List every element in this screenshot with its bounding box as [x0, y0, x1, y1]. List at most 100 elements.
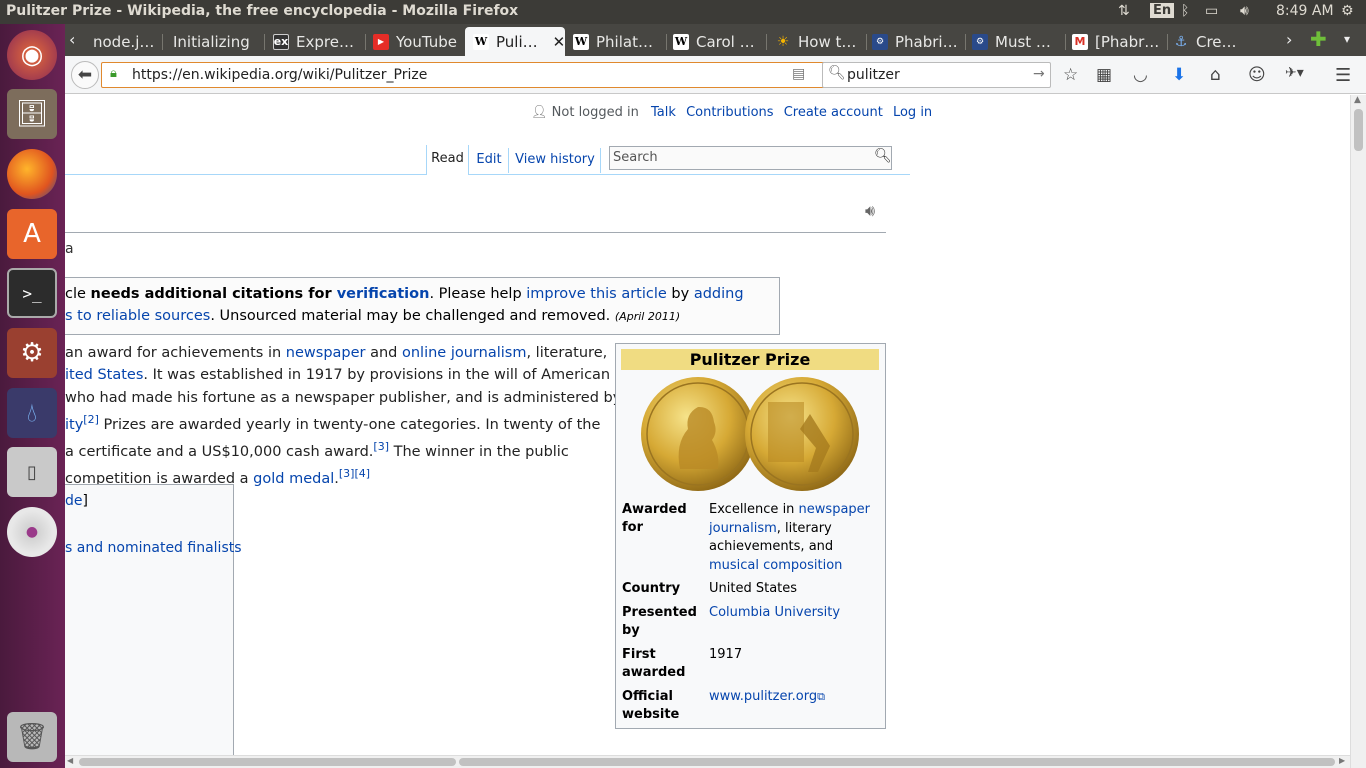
tab-phabricator-2[interactable]: ⚙ Must …: [972, 27, 1062, 56]
volume-icon[interactable]: 🔊︎: [1240, 3, 1249, 19]
horizontal-scrollbar[interactable]: ◀ ▶: [65, 755, 1350, 768]
label-line: website: [622, 707, 680, 722]
pulitzer-org-link[interactable]: www.pulitzer.org: [709, 689, 817, 704]
back-button[interactable]: ⬅: [71, 61, 99, 89]
talk-link[interactable]: Talk: [651, 105, 676, 120]
citation-ref[interactable]: [3]: [373, 440, 389, 453]
search-go-arrow-icon[interactable]: →: [1033, 66, 1045, 82]
battery-icon[interactable]: ▭: [1205, 3, 1218, 19]
newspaper-journalism-link[interactable]: journalism: [709, 521, 777, 536]
wiki-search-input[interactable]: Search 🔍︎: [609, 146, 892, 170]
tab-how-to[interactable]: ☀ How t…: [775, 27, 863, 56]
create-account-link[interactable]: Create account: [784, 105, 883, 120]
chat-icon[interactable]: ☺: [1248, 65, 1266, 85]
tab-gmail-phabricator[interactable]: M [Phabr…: [1072, 27, 1170, 56]
first-awarded-label: First awarded: [622, 646, 685, 682]
newspaper-journalism-link[interactable]: newspaper: [799, 502, 870, 517]
media-player-icon[interactable]: ▯: [7, 447, 57, 497]
tab-label: Initializing: [173, 32, 250, 51]
bookmarks-list-icon[interactable]: ▦: [1096, 65, 1112, 85]
tab-label: [Phabr…: [1095, 32, 1160, 51]
tabs-scroll-left-icon[interactable]: ‹: [69, 30, 75, 49]
terminal-icon[interactable]: >_: [7, 268, 57, 318]
hamburger-menu-icon[interactable]: ☰: [1335, 65, 1351, 86]
tab-pulitzer-active[interactable]: W Puli… ✕: [465, 27, 565, 56]
tab-view-history[interactable]: View history: [511, 152, 599, 167]
newspaper-link[interactable]: newspaper: [286, 345, 366, 361]
trash-icon[interactable]: 🗑︎: [7, 712, 57, 762]
united-states-link[interactable]: ited States: [65, 367, 143, 383]
contributions-link[interactable]: Contributions: [686, 105, 774, 120]
lead-paragraph: an award for achievements in newspaper a…: [65, 342, 621, 490]
reliable-sources-link[interactable]: s to reliable sources: [65, 308, 210, 324]
system-settings-icon[interactable]: ⚙: [7, 328, 57, 378]
tab-label: Phabri…: [895, 32, 958, 51]
network-transfer-icon[interactable]: ⇅: [1118, 3, 1130, 19]
wiki-search-icon[interactable]: 🔍︎: [874, 148, 892, 164]
pulitzer-medal-image[interactable]: [640, 374, 860, 496]
url-text[interactable]: https://en.wikipedia.org/wiki/Pulitzer_P…: [132, 67, 427, 83]
vertical-scrollbar[interactable]: ▲: [1350, 95, 1366, 768]
tabs-scroll-right-icon[interactable]: ›: [1286, 30, 1292, 49]
firefox-icon[interactable]: [7, 149, 57, 199]
tab-nodejs[interactable]: node.j…: [93, 27, 157, 56]
verification-link[interactable]: verification: [337, 286, 430, 302]
disc-icon[interactable]: ●: [7, 507, 57, 557]
reader-view-icon[interactable]: ▤: [792, 66, 805, 82]
software-center-icon[interactable]: A: [7, 209, 57, 259]
toc-item-winners[interactable]: s and nominated finalists: [65, 540, 242, 556]
ubuntu-dash-icon[interactable]: ◉: [7, 30, 57, 80]
horizontal-scroll-thumb[interactable]: [459, 758, 1335, 766]
tab-read[interactable]: Read: [426, 145, 469, 175]
bluetooth-icon[interactable]: ᛒ: [1181, 3, 1189, 19]
url-bar[interactable]: 🔒︎ https://en.wikipedia.org/wiki/Pulitze…: [101, 62, 849, 88]
table-of-contents: de] s and nominated finalists: [65, 484, 242, 755]
horizontal-scroll-thumb-left[interactable]: [79, 758, 456, 766]
new-tab-plus-icon[interactable]: ✚: [1310, 27, 1327, 51]
tab-express[interactable]: ex Expre…: [273, 27, 363, 56]
infobox-title: Pulitzer Prize: [621, 349, 879, 370]
tab-list-chevron-down-icon[interactable]: ▾: [1344, 32, 1350, 46]
toc-hide-link[interactable]: de: [65, 493, 83, 509]
addon-menu-icon[interactable]: ✈▾: [1285, 65, 1304, 81]
scroll-right-arrow-icon[interactable]: ▶: [1339, 756, 1345, 765]
droplet-app-icon[interactable]: 💧︎: [7, 388, 57, 438]
tab-create[interactable]: ⚓ Cre…: [1173, 27, 1253, 56]
pocket-icon[interactable]: ◡: [1133, 65, 1148, 85]
improve-article-link[interactable]: improve this article: [526, 286, 667, 302]
files-icon[interactable]: 🗄︎: [7, 89, 57, 139]
adding-link[interactable]: adding: [694, 286, 744, 302]
first-awarded-value: 1917: [709, 647, 743, 662]
tab-youtube[interactable]: ▶ YouTube: [373, 27, 459, 56]
gold-medal-link[interactable]: gold medal: [253, 471, 334, 487]
scroll-left-arrow-icon[interactable]: ◀: [67, 756, 73, 765]
window-title: Pulitzer Prize - Wikipedia, the free enc…: [6, 3, 519, 19]
listen-audio-icon[interactable]: 🔊︎: [865, 201, 875, 221]
keyboard-language-indicator[interactable]: En: [1150, 3, 1175, 18]
search-bar-text[interactable]: pulitzer: [847, 67, 900, 83]
settings-gear-icon[interactable]: ⚙: [1341, 3, 1354, 19]
online-journalism-link[interactable]: online journalism: [402, 345, 526, 361]
bookmark-star-icon[interactable]: ☆: [1063, 65, 1078, 85]
tab-initializing[interactable]: Initializing: [173, 27, 259, 56]
tab-philately[interactable]: W Philat…: [573, 27, 663, 56]
home-icon[interactable]: ⌂: [1210, 65, 1221, 85]
university-link[interactable]: ity: [65, 417, 83, 433]
tab-phabricator-1[interactable]: ⚙ Phabri…: [872, 27, 962, 56]
tab-edit[interactable]: Edit: [470, 152, 508, 167]
search-bar[interactable]: 🔍︎ pulitzer →: [822, 62, 1051, 88]
vertical-scroll-thumb[interactable]: [1354, 109, 1363, 151]
lock-icon[interactable]: 🔒︎: [110, 66, 117, 81]
scroll-up-arrow-icon[interactable]: ▲: [1354, 95, 1361, 105]
columbia-university-link[interactable]: Columbia University: [709, 604, 840, 623]
tab-carol[interactable]: W Carol …: [673, 27, 763, 56]
downloads-icon[interactable]: ⬇: [1172, 65, 1186, 85]
citation-ref[interactable]: [3][4]: [339, 467, 370, 480]
musical-composition-link[interactable]: musical composition: [709, 558, 842, 573]
clock[interactable]: 8:49 AM: [1276, 3, 1334, 19]
close-tab-icon[interactable]: ✕: [553, 33, 565, 51]
citation-ref[interactable]: [2]: [83, 413, 99, 426]
log-in-link[interactable]: Log in: [893, 105, 932, 120]
back-arrow-icon: ⬅: [77, 65, 93, 85]
notice-text: by: [666, 286, 694, 302]
